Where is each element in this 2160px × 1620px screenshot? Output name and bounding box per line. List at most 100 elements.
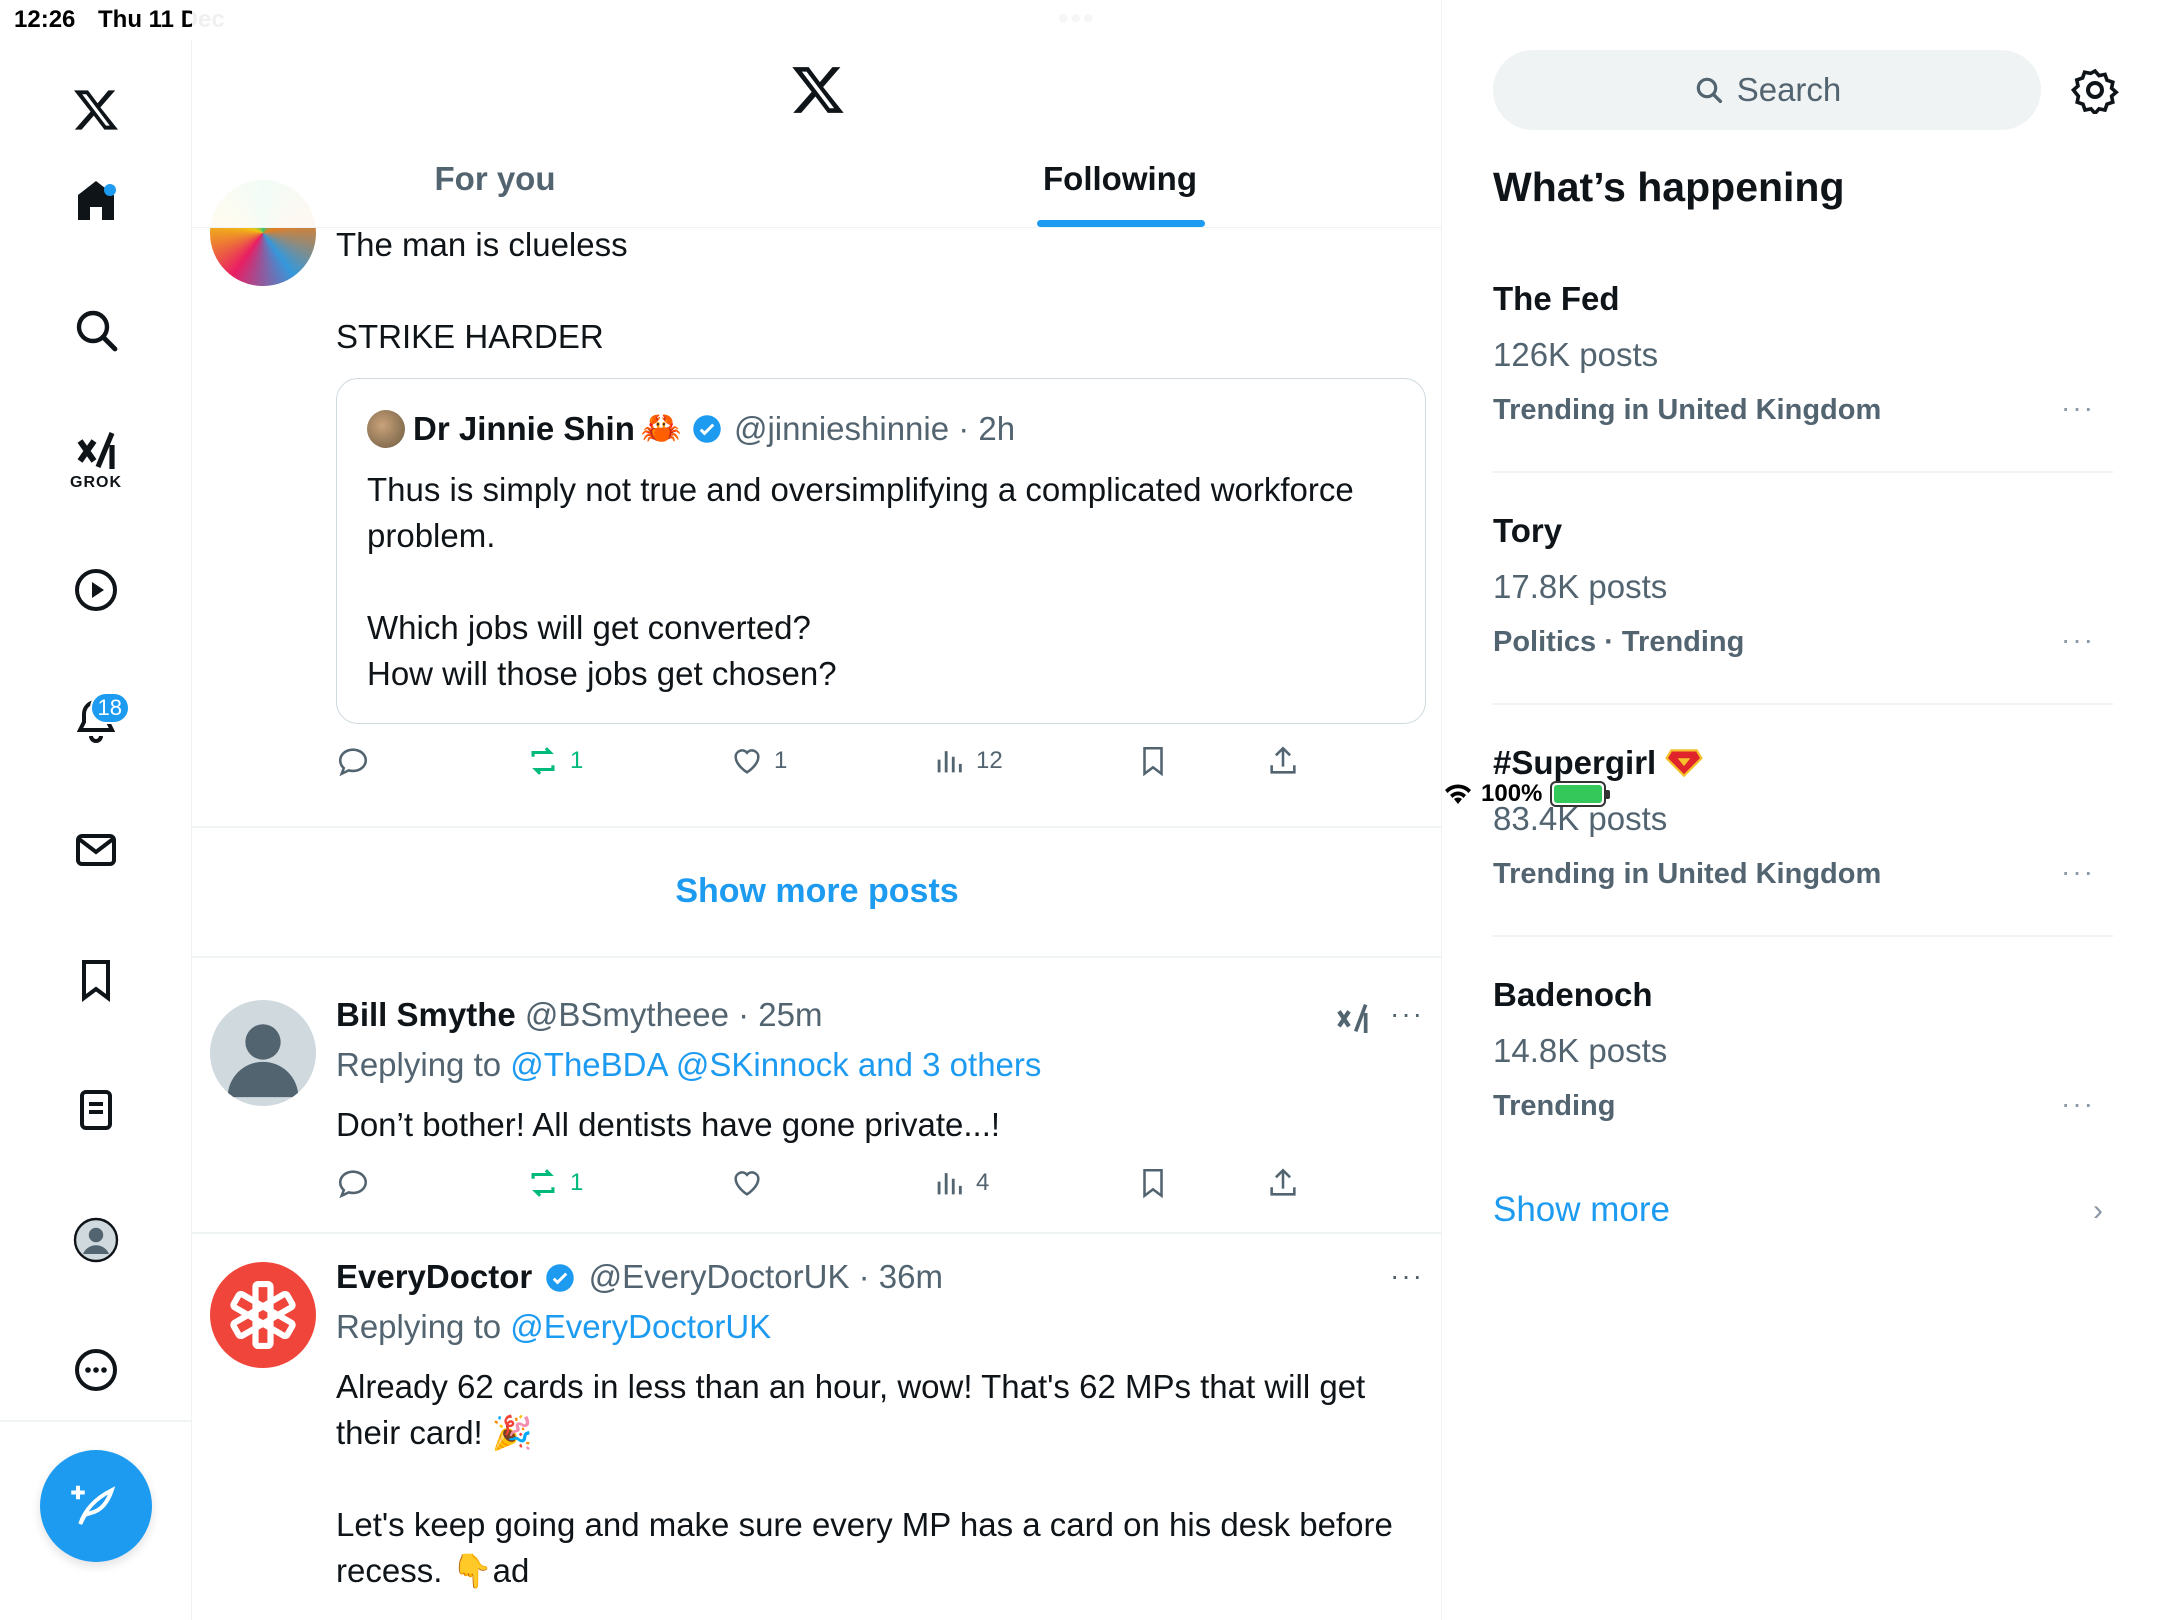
- grok-icon[interactable]: GROK: [46, 410, 146, 510]
- post-2-actions: 1 4: [336, 1166, 1336, 1206]
- like-button[interactable]: [730, 1166, 764, 1200]
- bookmark-button[interactable]: [1136, 1166, 1170, 1200]
- verified-badge-icon: [546, 1264, 575, 1292]
- bookmarks-icon[interactable]: [46, 930, 146, 1030]
- post-3-author-name[interactable]: EveryDoctor: [336, 1258, 532, 1295]
- post-3-text: Already 62 cards in less than an hour, w…: [336, 1368, 1393, 1589]
- default-avatar-icon: [227, 1024, 299, 1098]
- post-3-meta: EveryDoctor @EveryDoctorUK · 36m: [336, 1258, 943, 1296]
- retweet-icon: [531, 1169, 555, 1197]
- quoted-post-text: Thus is simply not true and oversimplify…: [367, 471, 1354, 692]
- tab-following[interactable]: Following: [1043, 160, 1197, 198]
- quoted-author-avatar: [367, 409, 405, 448]
- bookmark-button[interactable]: [1136, 744, 1170, 778]
- share-button[interactable]: [1266, 744, 1300, 778]
- share-button[interactable]: [1266, 1166, 1300, 1200]
- reply-button[interactable]: [336, 744, 370, 778]
- replying-prefix: Replying to: [336, 1046, 502, 1083]
- right-sidebar: Search What’s happening The Fed 126K pos…: [1443, 40, 2160, 1620]
- trend-more-icon[interactable]: ···: [2061, 624, 2095, 656]
- trend-context: Politics · Trending: [1493, 626, 1745, 658]
- views-count: 4: [976, 1169, 990, 1196]
- post-2-text: Don’t bother! All dentists have gone pri…: [336, 1106, 1001, 1143]
- trend-item[interactable]: #Supergirl 83.4K posts Trending in Unite…: [1493, 744, 2113, 976]
- profile-avatar-icon[interactable]: [46, 1190, 146, 1290]
- post-2-author-name[interactable]: Bill Smythe: [336, 996, 516, 1033]
- trend-context: Trending in United Kingdom: [1493, 858, 1882, 890]
- show-more-trends-link[interactable]: Show more: [1493, 1190, 1670, 1230]
- grok-label: GROK: [70, 474, 122, 491]
- trend-hashtag: #Supergirl: [1493, 744, 1657, 781]
- trend-divider: [1493, 703, 2113, 705]
- post-divider: [192, 1232, 1441, 1234]
- views-button[interactable]: 4: [932, 1166, 989, 1200]
- retweet-count: 1: [570, 747, 584, 774]
- search-icon[interactable]: [46, 280, 146, 380]
- crab-emoji: 🦀: [640, 409, 682, 446]
- views-count: 12: [976, 747, 1003, 774]
- trend-name: The Fed: [1493, 280, 1620, 317]
- share-icon: [1270, 1168, 1296, 1196]
- post-2-avatar[interactable]: [210, 1000, 316, 1106]
- retweet-button[interactable]: 1: [526, 1166, 583, 1200]
- replying-to-links[interactable]: @TheBDA @SKinnock and 3 others: [510, 1046, 1041, 1083]
- quoted-handle-time: @jinnieshinnie · 2h: [733, 409, 1016, 447]
- share-icon: [1270, 746, 1296, 774]
- video-icon[interactable]: [46, 540, 146, 640]
- search-input[interactable]: Search: [1493, 50, 2041, 130]
- reply-icon: [338, 748, 368, 777]
- main-timeline: For you Following The man is clueless ST…: [192, 0, 1442, 1620]
- lists-icon[interactable]: [46, 1060, 146, 1160]
- trend-context: Trending: [1493, 1090, 1616, 1122]
- trend-more-icon[interactable]: ···: [2061, 1088, 2095, 1120]
- replying-to-links[interactable]: @EveryDoctorUK: [510, 1308, 771, 1345]
- show-more-posts-link[interactable]: Show more posts: [192, 872, 1441, 911]
- home-new-dot: [104, 184, 116, 196]
- supergirl-emblem-icon: [1665, 749, 1704, 778]
- active-tab-indicator: [1037, 220, 1205, 227]
- grok-explain-icon[interactable]: [1334, 998, 1374, 1038]
- notifications-icon[interactable]: 18: [46, 670, 146, 770]
- tab-for-you[interactable]: For you: [435, 160, 556, 198]
- left-nav: GROK 18: [0, 40, 192, 1620]
- like-count: 1: [774, 747, 788, 774]
- trend-name: #Supergirl: [1493, 744, 1704, 782]
- trend-item[interactable]: The Fed 126K posts Trending in United Ki…: [1493, 280, 2113, 512]
- reply-button[interactable]: [336, 1166, 370, 1200]
- x-logo-icon[interactable]: [46, 60, 146, 160]
- status-time: 12:26: [14, 6, 76, 33]
- post-2-meta: Bill Smythe @BSmytheee · 25m: [336, 996, 823, 1034]
- messages-icon[interactable]: [46, 800, 146, 900]
- search-placeholder: Search: [1736, 71, 1842, 108]
- post-3-avatar[interactable]: [210, 1262, 316, 1368]
- notifications-badge: 18: [89, 692, 130, 724]
- post-3-handle-time: @EveryDoctorUK · 36m: [588, 1258, 944, 1295]
- retweet-count: 1: [570, 1169, 584, 1196]
- compose-feather-icon: [71, 1485, 116, 1525]
- chevron-right-icon: ›: [2093, 1194, 2103, 1227]
- post-1-actions: 1 1 12: [336, 744, 1336, 784]
- views-chart-icon: [937, 751, 962, 773]
- trend-more-icon[interactable]: ···: [2061, 392, 2095, 424]
- more-options-icon[interactable]: [46, 1320, 146, 1420]
- trend-count: 83.4K posts: [1493, 800, 1668, 837]
- trend-divider: [1493, 471, 2113, 473]
- settings-gear-icon[interactable]: [2071, 66, 2119, 114]
- views-chart-icon: [937, 1173, 962, 1195]
- post-3-more-icon[interactable]: ···: [1390, 1260, 1424, 1292]
- trend-item[interactable]: Tory 17.8K posts Politics · Trending ···: [1493, 512, 2113, 744]
- like-button[interactable]: 1: [730, 744, 787, 778]
- trend-item[interactable]: Badenoch 14.8K posts Trending ···: [1493, 976, 2113, 1208]
- trend-count: 126K posts: [1493, 336, 1659, 373]
- heart-icon: [734, 1171, 760, 1196]
- home-icon[interactable]: [46, 150, 146, 250]
- quoted-post[interactable]: Dr Jinnie Shin 🦀 @jinnieshinnie · 2h Thu…: [336, 378, 1426, 724]
- trend-more-icon[interactable]: ···: [2061, 856, 2095, 888]
- heart-icon: [734, 749, 760, 774]
- trend-count: 17.8K posts: [1493, 568, 1668, 605]
- post-2-more-icon[interactable]: ···: [1390, 998, 1424, 1030]
- compose-post-button[interactable]: [40, 1450, 152, 1562]
- x-header-logo-icon: [792, 67, 844, 113]
- retweet-button[interactable]: 1: [526, 744, 583, 778]
- views-button[interactable]: 12: [932, 744, 1003, 778]
